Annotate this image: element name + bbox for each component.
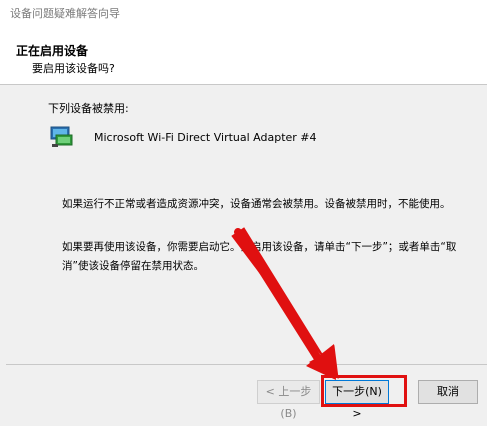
back-button[interactable]: < 上一步(B) xyxy=(257,380,320,420)
enable-instructions-text: 如果要再使用该设备，你需要启动它。要启用该设备，请单击“下一步”；或者单击“取消… xyxy=(62,241,457,272)
device-name: Microsoft Wi-Fi Direct Virtual Adapter #… xyxy=(94,131,317,144)
page-title: 正在启用设备 xyxy=(16,44,89,58)
wizard-footer xyxy=(0,365,487,426)
next-button-highlight xyxy=(321,375,407,407)
background-edge xyxy=(487,0,501,426)
cancel-button[interactable]: 取消 xyxy=(418,380,478,404)
troubleshooter-window: 设备问题疑难解答向导 正在启用设备 要启用该设备吗? 下列设备被禁用: Micr… xyxy=(0,0,501,426)
page-subtitle: 要启用该设备吗? xyxy=(32,62,115,75)
disabled-devices-label: 下列设备被禁用: xyxy=(48,102,129,115)
wizard-header: 正在启用设备 要启用该设备吗? xyxy=(0,28,487,84)
network-adapter-icon xyxy=(50,126,73,147)
window-title: 设备问题疑难解答向导 xyxy=(0,0,501,28)
disabled-explanation-text: 如果运行不正常或者造成资源冲突，设备通常会被禁用。设备被禁用时，不能使用。 xyxy=(62,198,451,210)
